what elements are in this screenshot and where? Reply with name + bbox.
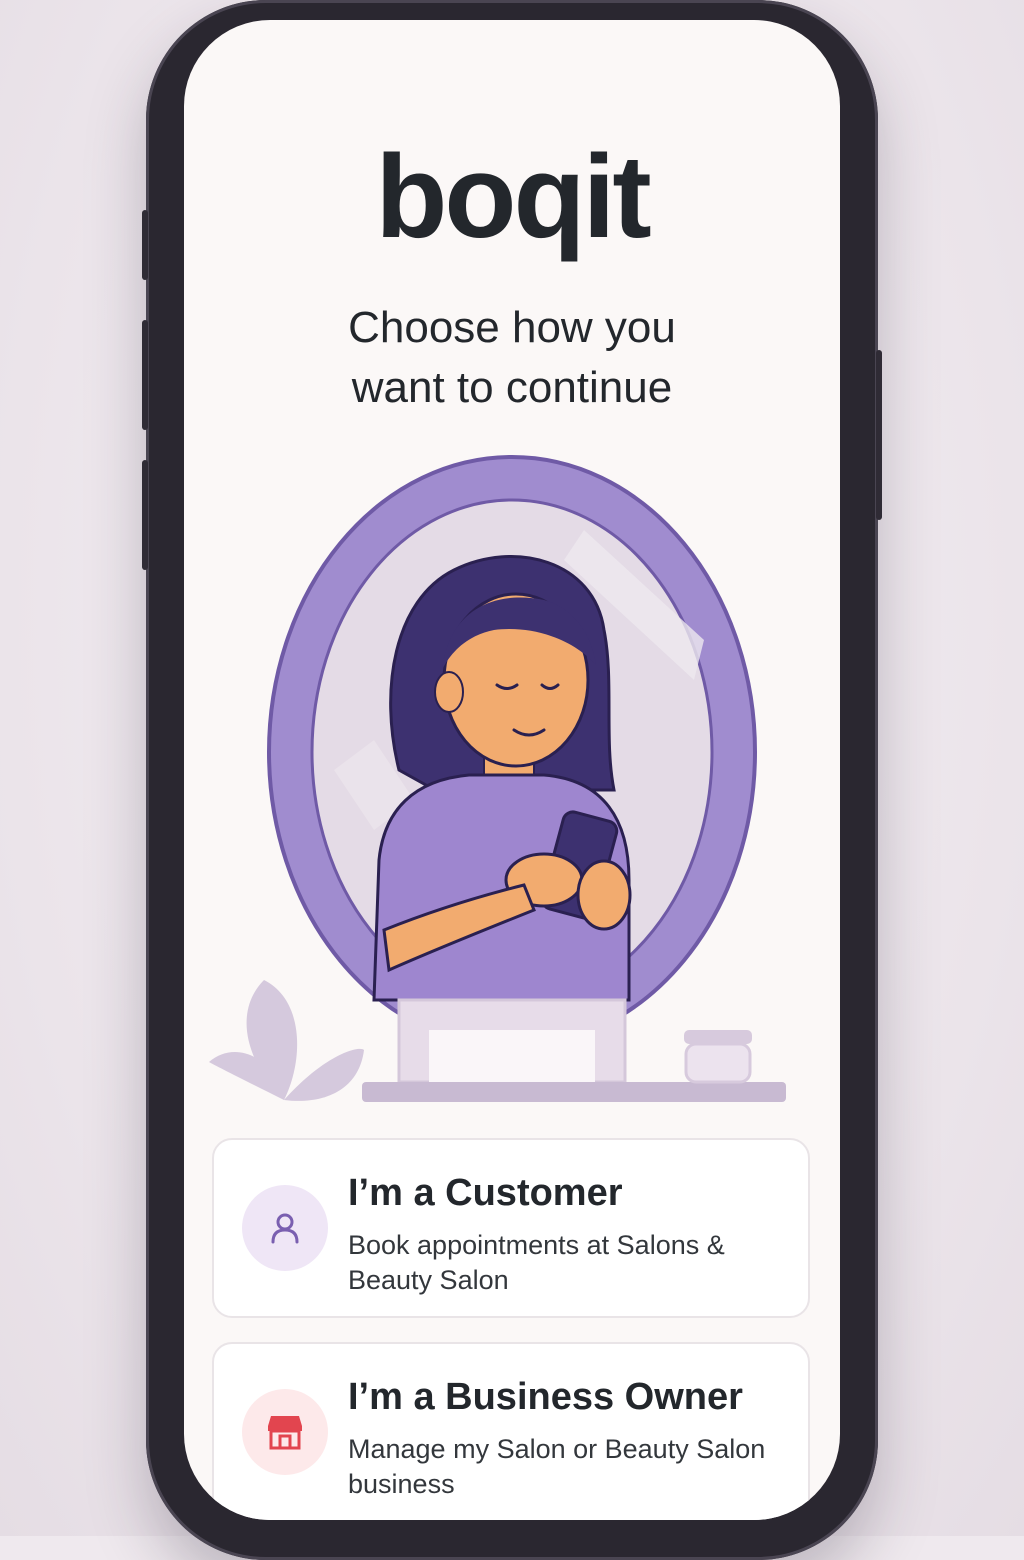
- business-owner-option-card[interactable]: I’m a Business Owner Manage my Salon or …: [212, 1342, 810, 1520]
- side-button-mute: [142, 210, 148, 280]
- business-owner-option-description: Manage my Salon or Beauty Salon business: [348, 1434, 766, 1499]
- woman-with-phone-illustration: [209, 455, 786, 1102]
- business-owner-option-title: I’m a Business Owner: [348, 1376, 743, 1418]
- side-button-volume-up: [142, 320, 148, 430]
- heading-line-1: Choose how you: [348, 303, 676, 352]
- right-hand: [576, 859, 632, 931]
- jar-lid: [684, 1030, 752, 1044]
- storefront-icon: [268, 1416, 302, 1450]
- customer-option-title: I’m a Customer: [348, 1172, 623, 1214]
- customer-option-card[interactable]: I’m a Customer Book appointments at Salo…: [212, 1138, 810, 1318]
- ear: [434, 671, 464, 713]
- page-heading: Choose how you want to continue: [184, 298, 840, 418]
- side-button-power: [876, 350, 882, 520]
- mirror-stand-inner: [429, 1030, 595, 1082]
- heading-line-2: want to continue: [351, 363, 673, 412]
- jar-body: [684, 1042, 752, 1084]
- app-screen: boqit Choose how you want to continue I’…: [184, 20, 840, 1520]
- customer-option-description: Book appointments at Salons & Beauty Sal…: [348, 1230, 725, 1295]
- business-icon-circle: [242, 1389, 328, 1475]
- customer-icon-circle: [242, 1185, 328, 1271]
- person-icon: [271, 1213, 299, 1244]
- side-button-volume-down: [142, 460, 148, 570]
- vanity-shelf: [362, 1082, 786, 1102]
- app-logo: boqit: [375, 131, 651, 263]
